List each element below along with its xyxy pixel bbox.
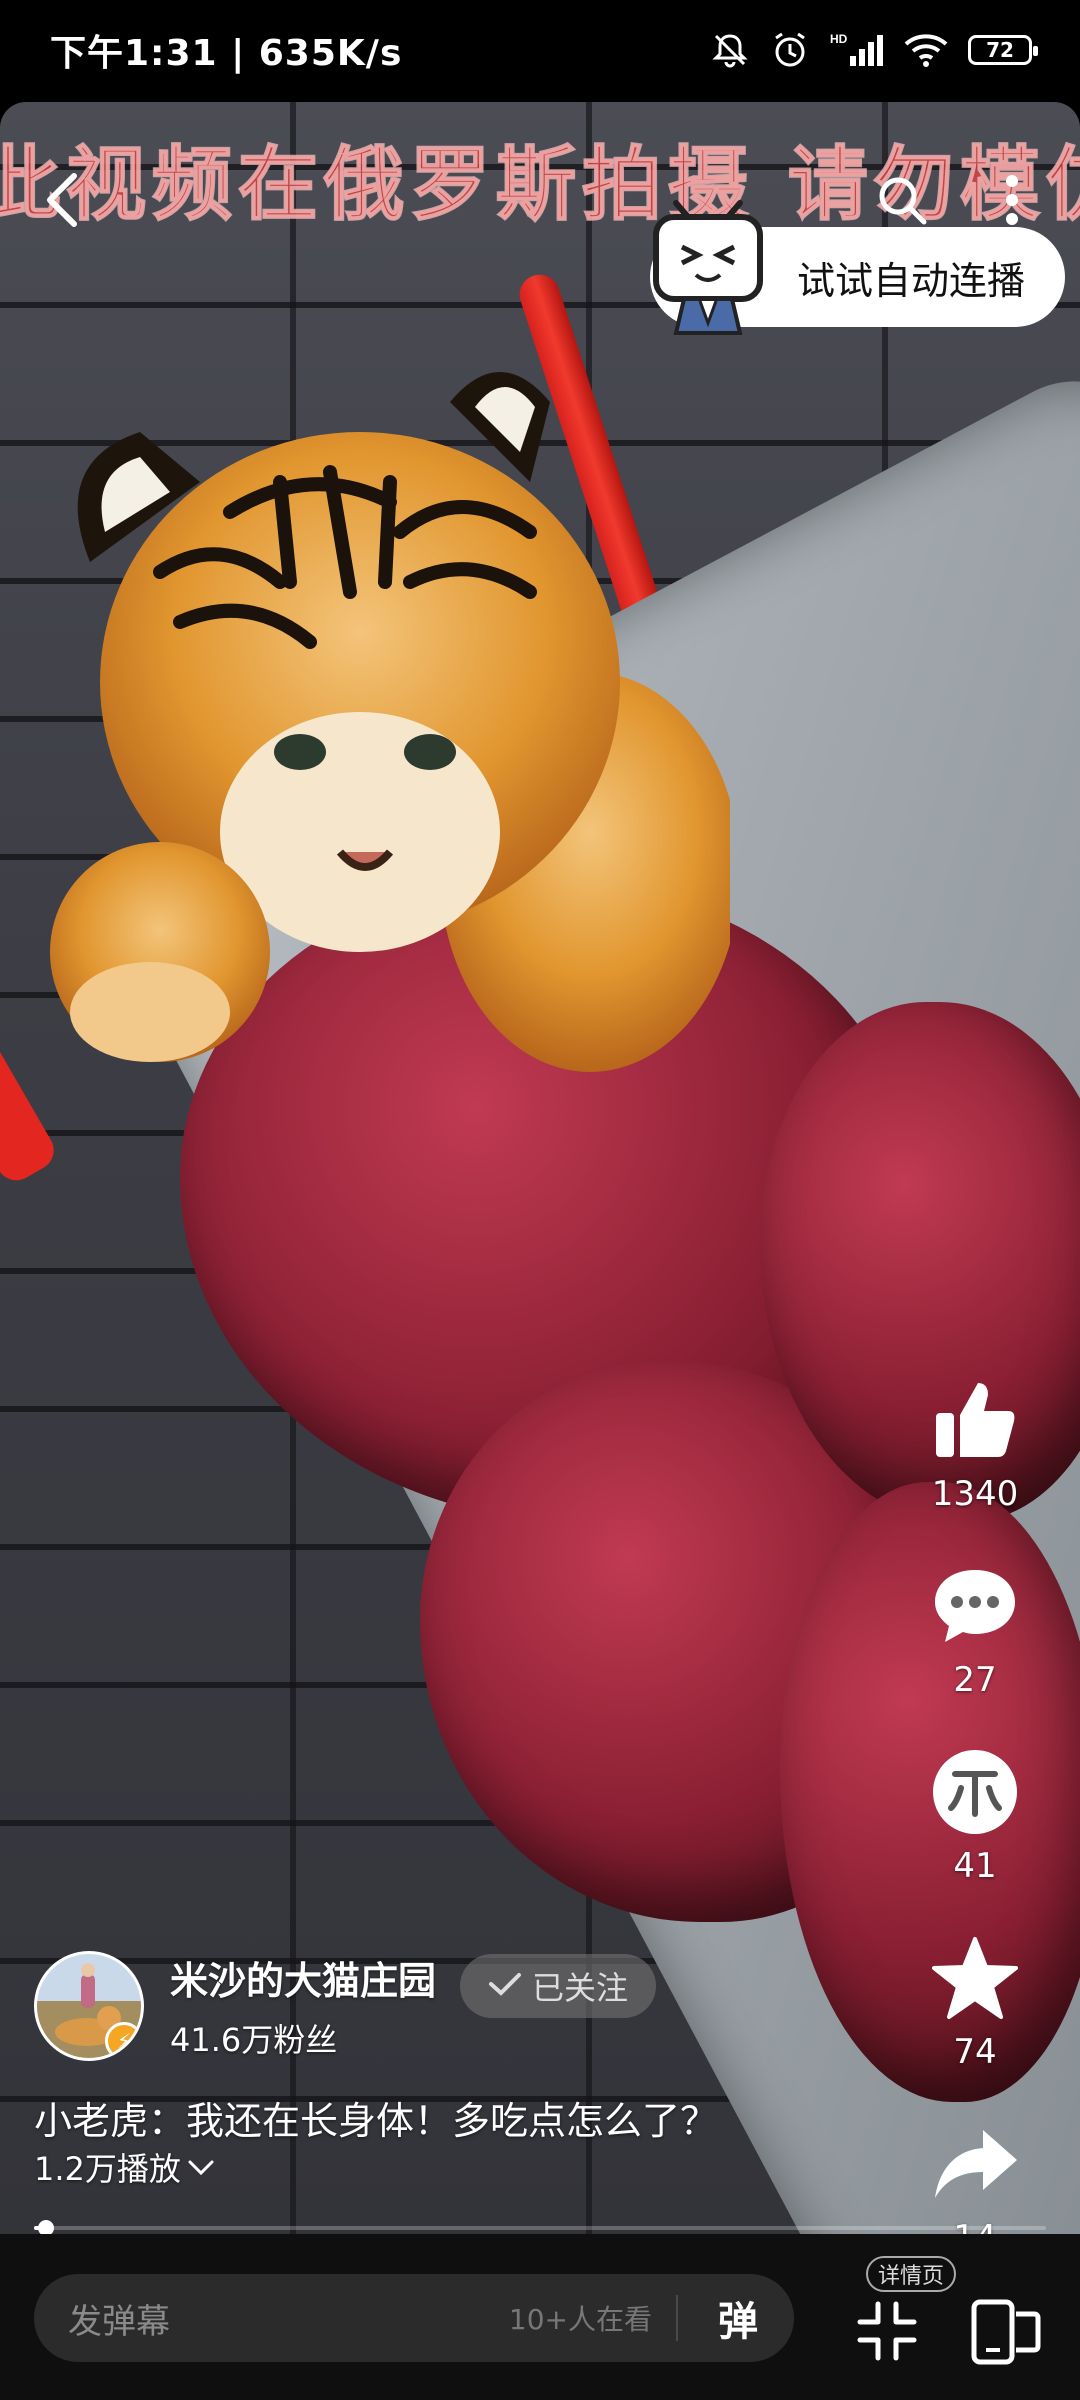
danmaku-placeholder: 发弹幕 bbox=[68, 2301, 170, 2342]
tiger-cub-image bbox=[50, 372, 730, 1072]
more-vertical-icon bbox=[1005, 174, 1019, 230]
favorite-button[interactable]: 74 bbox=[927, 1930, 1023, 2072]
play-count-toggle[interactable]: 1.2万播放 bbox=[34, 2144, 215, 2190]
coin-button[interactable]: 41 bbox=[927, 1744, 1023, 1886]
follow-button[interactable]: 已关注 bbox=[460, 1953, 657, 2018]
detail-page-tag[interactable]: 详情页 bbox=[866, 2256, 957, 2292]
search-icon bbox=[876, 174, 928, 230]
star-icon bbox=[927, 1930, 1023, 2026]
battery-indicator: 72 bbox=[968, 35, 1038, 65]
comment-count: 27 bbox=[953, 1660, 997, 1700]
uploader-name[interactable]: 米沙的大猫庄园 bbox=[170, 1950, 436, 2005]
check-icon bbox=[488, 1967, 522, 2005]
screen-cast-button[interactable] bbox=[968, 2294, 1044, 2370]
share-arrow-icon bbox=[927, 2116, 1023, 2212]
video-caption: 小老虎：我还在长身体！多吃点怎么了？ bbox=[34, 2099, 719, 2143]
avatar[interactable]: ⚡ bbox=[34, 1950, 144, 2061]
battery-level: 72 bbox=[986, 38, 1014, 62]
coin-icon bbox=[927, 1744, 1023, 1840]
follow-label: 已关注 bbox=[532, 1968, 629, 2007]
uploader-info: ⚡ 米沙的大猫庄园 41.6万粉丝 已关注 bbox=[34, 1950, 657, 2061]
bottom-bar: 发弹幕 10+人在看 弹 详情页 bbox=[0, 2234, 1080, 2400]
collapse-icon bbox=[852, 2301, 922, 2370]
status-time: 下午1:31 | 635K/s bbox=[50, 33, 403, 74]
danmaku-toggle-button[interactable]: 弹 bbox=[700, 2286, 776, 2350]
mute-icon bbox=[710, 30, 750, 70]
divider bbox=[676, 2295, 678, 2341]
like-button[interactable]: 1340 bbox=[927, 1372, 1023, 1514]
comment-button[interactable]: 27 bbox=[927, 1558, 1023, 1700]
verified-badge-icon: ⚡ bbox=[105, 2021, 141, 2058]
video-player[interactable]: 此视频在俄罗斯拍摄 请勿模仿 试试自动连播 1340 27 41 74 ⚡ 米沙… bbox=[0, 102, 1080, 2234]
progress-handle[interactable] bbox=[38, 2220, 55, 2234]
coin-count: 41 bbox=[953, 1846, 997, 1886]
chevron-left-icon bbox=[42, 172, 82, 232]
uploader-fans: 41.6万粉丝 bbox=[170, 2021, 338, 2059]
exit-fullscreen-button[interactable] bbox=[852, 2296, 922, 2366]
alarm-icon bbox=[770, 30, 810, 70]
favorite-count: 74 bbox=[953, 2032, 997, 2072]
comment-bubble-icon bbox=[927, 1558, 1023, 1654]
back-button[interactable] bbox=[22, 162, 102, 242]
thumbs-up-icon bbox=[927, 1372, 1023, 1468]
watching-count: 10+人在看 bbox=[508, 2303, 652, 2336]
autoplay-tip-label: 试试自动连播 bbox=[796, 258, 1025, 303]
share-button[interactable]: 14 bbox=[927, 2116, 1023, 2234]
autoplay-tip[interactable]: 试试自动连播 bbox=[650, 200, 1065, 335]
status-bar: 下午1:31 | 635K/s HD 72 bbox=[0, 0, 1080, 100]
device-icon bbox=[968, 2299, 1044, 2374]
danmaku-toggle-label: 弹 bbox=[718, 2299, 758, 2345]
danmaku-input[interactable]: 发弹幕 10+人在看 弹 bbox=[34, 2274, 794, 2362]
like-count: 1340 bbox=[931, 1474, 1019, 1514]
action-column: 1340 27 41 74 14 bbox=[920, 1372, 1030, 2234]
play-count: 1.2万播放 bbox=[34, 2150, 181, 2188]
chevron-down-icon bbox=[187, 2148, 215, 2186]
wifi-icon bbox=[904, 32, 948, 68]
signal-icon: HD bbox=[830, 32, 884, 68]
progress-bar[interactable] bbox=[34, 2220, 1046, 2234]
svg-text:HD: HD bbox=[830, 32, 848, 46]
bilibili-tv-mascot-icon bbox=[638, 197, 778, 337]
